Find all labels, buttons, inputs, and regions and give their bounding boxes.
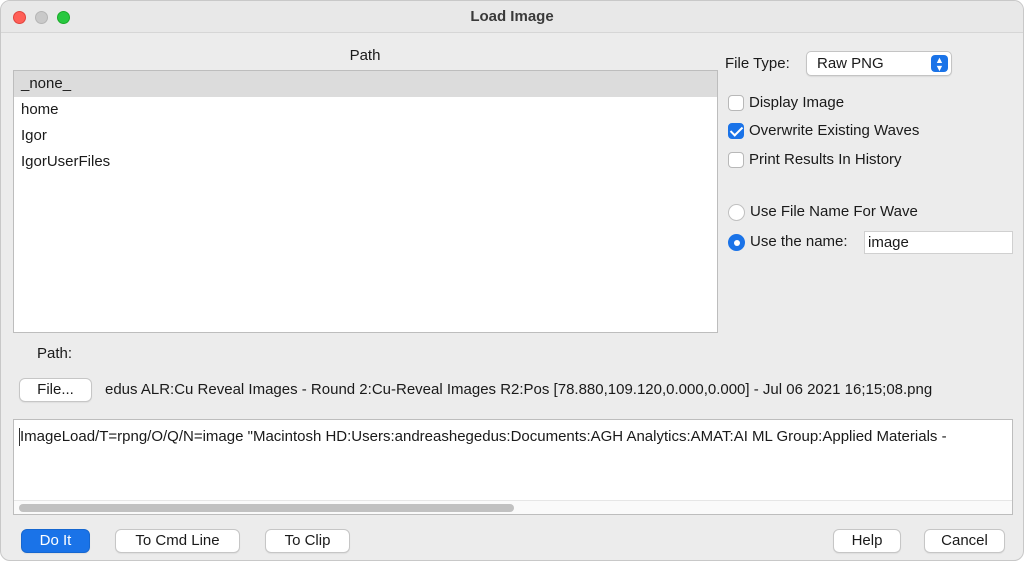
path-list-item-home[interactable]: home [14, 97, 717, 123]
scrollbar-thumb[interactable] [19, 504, 514, 512]
path-label: Path: [37, 345, 73, 362]
command-text-box[interactable]: ImageLoad/T=rpng/O/Q/N=image "Macintosh … [13, 419, 1013, 515]
load-image-dialog: Load Image Path _none_ home Igor IgorUse… [0, 0, 1024, 561]
path-list-header: Path [349, 47, 381, 64]
path-list-item-igoruserfiles[interactable]: IgorUserFiles [14, 149, 717, 175]
display-image-checkbox[interactable] [728, 95, 744, 111]
path-list-item-none[interactable]: _none_ [14, 71, 717, 97]
use-the-name-radio[interactable] [728, 234, 745, 251]
horizontal-scrollbar[interactable] [14, 500, 1012, 514]
command-text: ImageLoad/T=rpng/O/Q/N=image "Macintosh … [20, 428, 947, 445]
cancel-button[interactable]: Cancel [924, 529, 1005, 553]
chevron-up-down-icon: ▲ ▼ [931, 55, 948, 73]
to-clip-button[interactable]: To Clip [265, 529, 350, 553]
path-list[interactable]: _none_ home Igor IgorUserFiles [13, 70, 718, 333]
print-results-checkbox[interactable] [728, 152, 744, 168]
use-the-name-label: Use the name: [750, 233, 848, 250]
overwrite-waves-label: Overwrite Existing Waves [749, 122, 920, 139]
do-it-button[interactable]: Do It [21, 529, 90, 553]
selected-file-path: edus ALR:Cu Reveal Images - Round 2:Cu-R… [105, 381, 933, 398]
display-image-label: Display Image [749, 94, 845, 111]
file-button[interactable]: File... [19, 378, 92, 402]
path-list-item-igor[interactable]: Igor [14, 123, 717, 149]
to-cmd-line-button[interactable]: To Cmd Line [115, 529, 240, 553]
file-type-value: Raw PNG [817, 55, 884, 72]
file-type-label: File Type: [725, 55, 790, 72]
use-file-name-label: Use File Name For Wave [750, 203, 918, 220]
wave-name-input[interactable] [864, 231, 1013, 254]
overwrite-waves-checkbox[interactable] [728, 123, 744, 139]
use-file-name-radio[interactable] [728, 204, 745, 221]
help-button[interactable]: Help [833, 529, 901, 553]
title-bar: Load Image [1, 1, 1023, 33]
file-type-popup[interactable]: Raw PNG ▲ ▼ [806, 51, 952, 76]
window-title: Load Image [470, 8, 554, 25]
print-results-label: Print Results In History [749, 151, 902, 168]
